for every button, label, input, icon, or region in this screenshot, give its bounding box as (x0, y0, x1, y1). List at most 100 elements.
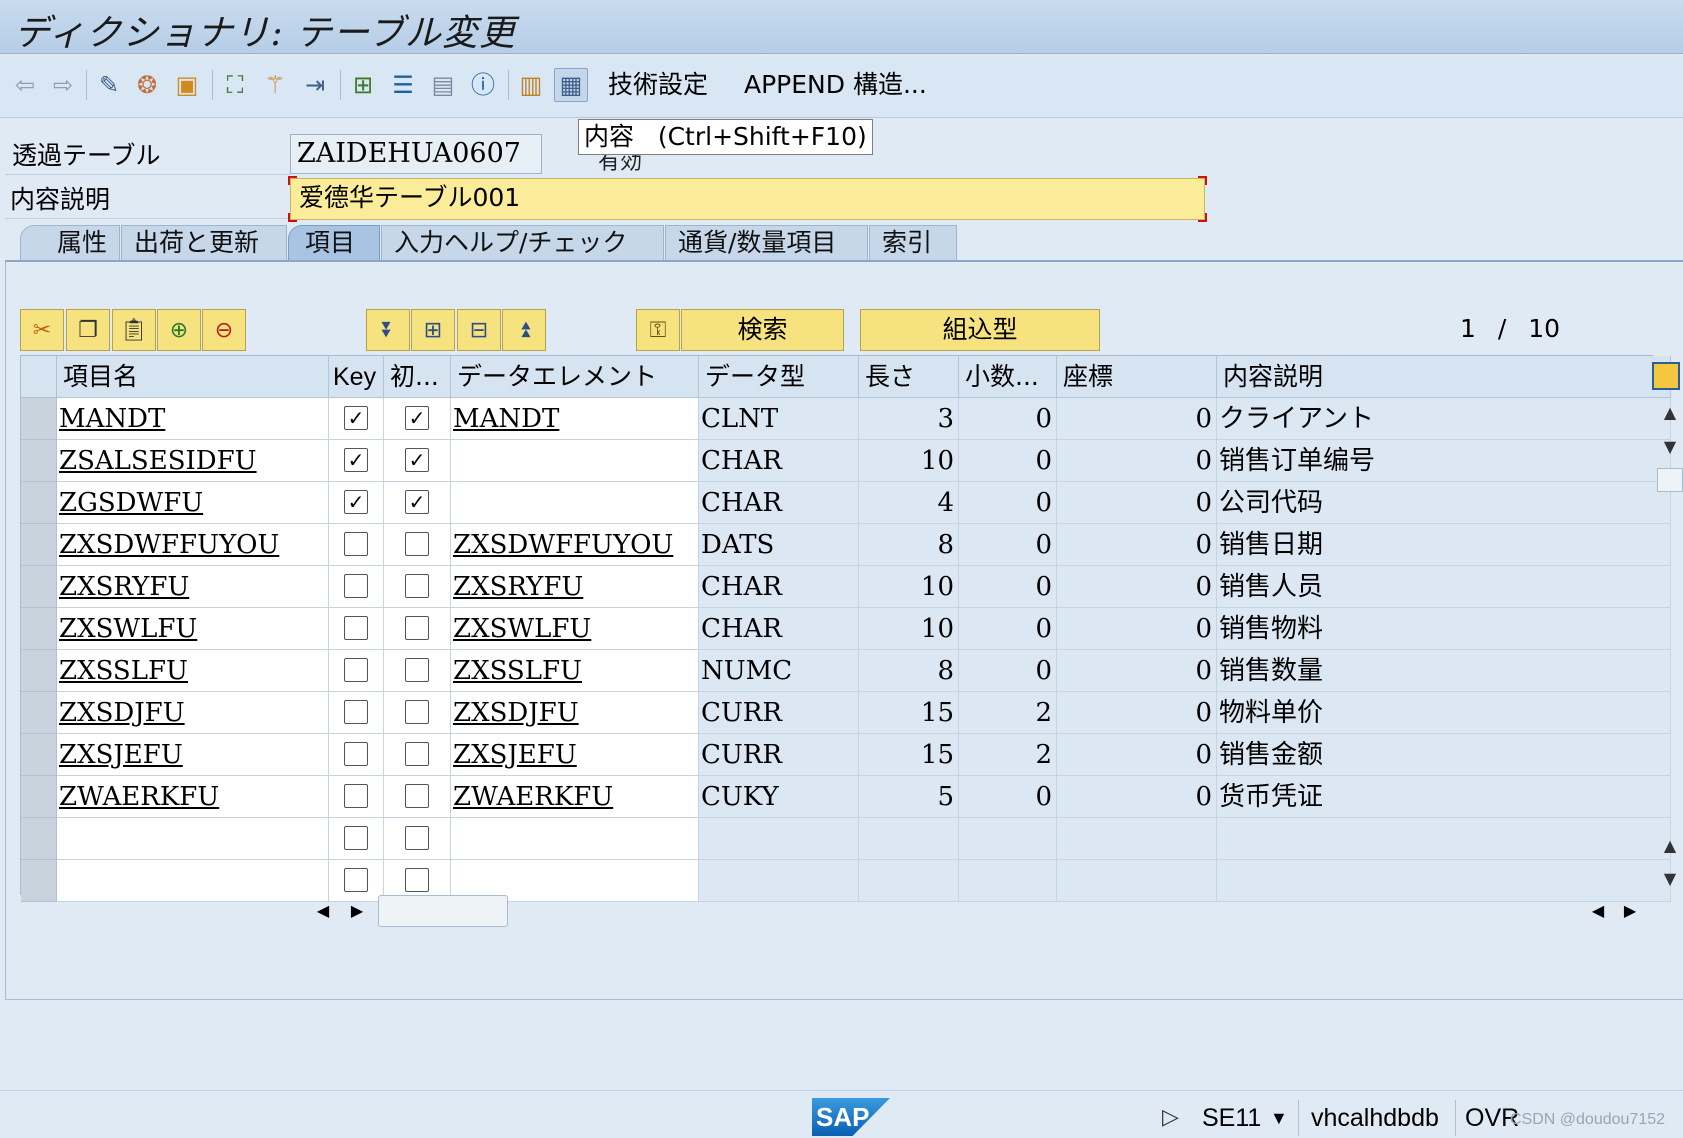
builtin-type-button[interactable]: 組込型 (860, 309, 1100, 351)
key-checkbox[interactable] (344, 574, 368, 598)
description-input[interactable]: 爱德华テーブル001 (290, 178, 1205, 220)
field-name-cell[interactable]: ZGSDWFU (57, 482, 329, 524)
col-header-field[interactable]: 項目名 (57, 356, 329, 398)
object-list-icon[interactable]: ⇥ (298, 68, 332, 102)
cut-icon[interactable]: ✂ (20, 309, 64, 351)
sort-down-icon[interactable]: ⏬︎ (366, 309, 410, 351)
col-header-length[interactable]: 長さ (859, 356, 959, 398)
row-selector[interactable] (21, 440, 57, 482)
row-selector[interactable] (21, 818, 57, 860)
contents-icon[interactable]: ▦ (554, 68, 588, 102)
field-name-cell[interactable] (57, 860, 329, 902)
tab-index[interactable]: 索引 (869, 225, 957, 261)
initial-checkbox[interactable] (405, 742, 429, 766)
scroll-page-up-icon[interactable]: ▲ (1657, 833, 1683, 859)
initial-checkbox[interactable] (405, 868, 429, 892)
tab-attributes[interactable]: 属性 (20, 225, 120, 261)
tech-settings-button[interactable]: 技術設定 (608, 70, 708, 100)
key-checkbox[interactable] (344, 616, 368, 640)
hscroll-thumb[interactable] (378, 895, 508, 927)
row-selector[interactable] (21, 482, 57, 524)
data-element-cell[interactable]: ZXSDJFU (451, 692, 699, 734)
field-name-cell[interactable]: ZXSDWFFUYOU (57, 524, 329, 566)
scroll-up-icon[interactable]: ▲ (1657, 400, 1683, 426)
row-selector[interactable] (21, 734, 57, 776)
col-header-initial[interactable]: 初... (384, 356, 451, 398)
layout-icon[interactable]: ▥ (514, 68, 548, 102)
field-name-cell[interactable]: ZSALSESIDFU (57, 440, 329, 482)
other-object-icon[interactable]: ❂ (130, 68, 164, 102)
col-header-type[interactable]: データ型 (699, 356, 859, 398)
data-element-cell[interactable] (451, 818, 699, 860)
col-header-decimals[interactable]: 小数... (959, 356, 1057, 398)
display-change-icon[interactable]: ✎ (92, 68, 126, 102)
initial-checkbox[interactable] (405, 784, 429, 808)
scroll-right-end-icon[interactable]: ▶ (1615, 895, 1645, 927)
row-selector[interactable] (21, 524, 57, 566)
initial-checkbox[interactable]: ✓ (405, 448, 429, 472)
field-name-cell[interactable]: ZXSJEFU (57, 734, 329, 776)
data-element-cell[interactable]: ZXSJEFU (451, 734, 699, 776)
append-structure-button[interactable]: APPEND 構造... (744, 70, 927, 100)
field-name-cell[interactable]: MANDT (57, 398, 329, 440)
insert-row-icon[interactable]: ⊕ (157, 309, 201, 351)
scroll-down-icon[interactable]: ▼ (1657, 434, 1683, 460)
deselect-all-icon[interactable]: ⊟ (457, 309, 501, 351)
initial-checkbox[interactable] (405, 658, 429, 682)
key-checkbox[interactable] (344, 784, 368, 808)
row-selector[interactable] (21, 608, 57, 650)
row-selector[interactable] (21, 776, 57, 818)
row-selector[interactable] (21, 650, 57, 692)
search-button[interactable]: 検索 (681, 309, 844, 351)
data-element-cell[interactable]: ZXSRYFU (451, 566, 699, 608)
initial-checkbox[interactable] (405, 826, 429, 850)
srch-help-icon[interactable]: ⚿ (636, 309, 680, 351)
col-header-desc[interactable]: 内容説明 (1217, 356, 1671, 398)
data-element-cell[interactable]: ZXSWLFU (451, 608, 699, 650)
field-name-cell[interactable]: ZXSSLFU (57, 650, 329, 692)
col-header-element[interactable]: データエレメント (451, 356, 699, 398)
column-config-icon[interactable] (1652, 362, 1680, 390)
initial-checkbox[interactable]: ✓ (405, 490, 429, 514)
key-checkbox[interactable]: ✓ (344, 490, 368, 514)
key-checkbox[interactable] (344, 700, 368, 724)
field-name-cell[interactable]: ZWAERKFU (57, 776, 329, 818)
row-selector[interactable] (21, 860, 57, 902)
delete-row-icon[interactable]: ⊖ (202, 309, 246, 351)
field-name-cell[interactable]: ZXSWLFU (57, 608, 329, 650)
tab-currency[interactable]: 通貨/数量項目 (665, 225, 868, 261)
field-name-cell[interactable]: ZXSRYFU (57, 566, 329, 608)
scroll-page-down-icon[interactable]: ▼ (1657, 866, 1683, 892)
data-element-cell[interactable]: ZWAERKFU (451, 776, 699, 818)
sort-up-icon[interactable]: ⏫︎ (502, 309, 546, 351)
initial-checkbox[interactable] (405, 574, 429, 598)
check-icon[interactable]: ▣ (170, 68, 204, 102)
scroll-left-icon[interactable]: ◀ (308, 895, 338, 927)
tab-delivery[interactable]: 出荷と更新 (121, 225, 287, 261)
field-name-cell[interactable]: ZXSDJFU (57, 692, 329, 734)
select-all-icon[interactable]: ⊞ (411, 309, 455, 351)
paste-icon[interactable]: 📋︎ (112, 309, 156, 351)
info-icon[interactable]: ⓘ (466, 68, 500, 102)
activate-icon[interactable]: ⛶ (218, 68, 252, 102)
row-selector[interactable] (21, 566, 57, 608)
scroll-right-icon[interactable]: ▶ (342, 895, 372, 927)
status-expand-icon[interactable]: ▷ (1162, 1104, 1179, 1130)
data-element-cell[interactable]: ZXSSLFU (451, 650, 699, 692)
scroll-left-end-icon[interactable]: ◀ (1583, 895, 1613, 927)
col-header-key[interactable]: Key (329, 356, 384, 398)
navigate-icon[interactable]: ☰ (386, 68, 420, 102)
scroll-thumb[interactable] (1657, 468, 1683, 492)
initial-checkbox[interactable] (405, 700, 429, 724)
hierarchy-icon[interactable]: ▤ (426, 68, 460, 102)
key-checkbox[interactable]: ✓ (344, 406, 368, 430)
key-checkbox[interactable] (344, 658, 368, 682)
copy-icon[interactable]: ❐ (66, 309, 110, 351)
initial-checkbox[interactable]: ✓ (405, 406, 429, 430)
data-element-cell[interactable]: MANDT (451, 398, 699, 440)
row-selector[interactable] (21, 692, 57, 734)
where-used-icon[interactable]: ⚚ (258, 68, 292, 102)
key-checkbox[interactable] (344, 532, 368, 556)
data-element-cell[interactable] (451, 440, 699, 482)
key-checkbox[interactable] (344, 742, 368, 766)
